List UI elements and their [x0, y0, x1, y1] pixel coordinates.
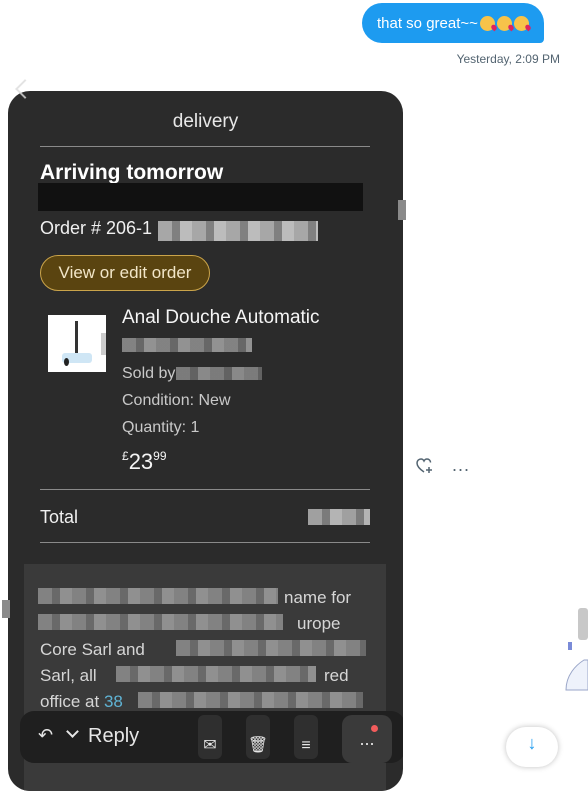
kissing-face-icon [513, 15, 529, 31]
product-condition: Condition: New [122, 392, 231, 409]
legal-line-2: urope [297, 614, 341, 633]
redaction-pixels [138, 692, 363, 708]
legal-line-5: office at 38 [40, 692, 123, 711]
legal-line-1: name for [284, 588, 352, 607]
legal-line-4: Sarl, all [40, 666, 97, 685]
total-label: Total [40, 507, 79, 527]
screenshot-header-title: delivery [172, 111, 239, 132]
image-edge-artifact [2, 600, 10, 618]
total-value-redacted [308, 509, 370, 525]
message-bubble[interactable]: that so great~~ [362, 3, 544, 43]
shared-image[interactable]: delivery Arriving tomorrow Order # 206-1… [8, 91, 403, 791]
sticker-image [562, 640, 588, 692]
chevron-down-icon [66, 725, 79, 738]
scrollbar[interactable] [578, 608, 588, 640]
mark-unread-icon: ✉ [198, 715, 222, 759]
reply-arrow-icon: ↶ [38, 725, 54, 745]
order-number: Order # 206-1 [40, 218, 153, 238]
image-edge-artifact [398, 200, 406, 220]
kissing-face-icon [479, 15, 495, 31]
message-timestamp: Yesterday, 2:09 PM [456, 52, 560, 66]
sold-by: Sold by [122, 365, 176, 382]
redaction-pixels [122, 338, 252, 352]
summarize-icon: ≡ [294, 715, 318, 759]
reply-label: Reply [88, 725, 140, 747]
heart-plus-icon[interactable] [416, 458, 434, 474]
scroll-down-button[interactable]: ↓ [506, 727, 558, 767]
product-name: Anal Douche Automatic [122, 307, 320, 328]
trash-icon: 🗑 [246, 715, 270, 759]
divider [40, 542, 370, 543]
legal-line-4b: red [324, 666, 349, 685]
more-icon[interactable]: ... [452, 455, 470, 476]
arrow-down-icon: ↓ [527, 733, 537, 753]
redaction-pixels [176, 367, 262, 380]
redaction-block [38, 183, 363, 211]
product-quantity: Quantity: 1 [122, 419, 200, 436]
view-edit-order-button: View or edit order [40, 255, 210, 291]
legal-line-3: Core Sarl and [40, 640, 145, 659]
message-text: that so great~~ [377, 14, 478, 32]
product-price: £2399 [122, 449, 167, 474]
redaction-pixels [38, 614, 283, 630]
screenshot-heading: Arriving tomorrow [40, 161, 224, 184]
mail-toolbar: ↶ Reply ✉ 🗑 ≡ ... [20, 711, 403, 763]
product-thumbnail [48, 315, 106, 372]
divider [40, 489, 370, 490]
redaction-pixels [116, 666, 316, 682]
divider [40, 146, 370, 147]
redaction-pixels [176, 640, 366, 656]
redaction-pixels [38, 588, 278, 604]
more-options-icon: ... [342, 715, 392, 763]
redaction-pixels [158, 221, 318, 241]
kissing-face-icon [496, 15, 512, 31]
